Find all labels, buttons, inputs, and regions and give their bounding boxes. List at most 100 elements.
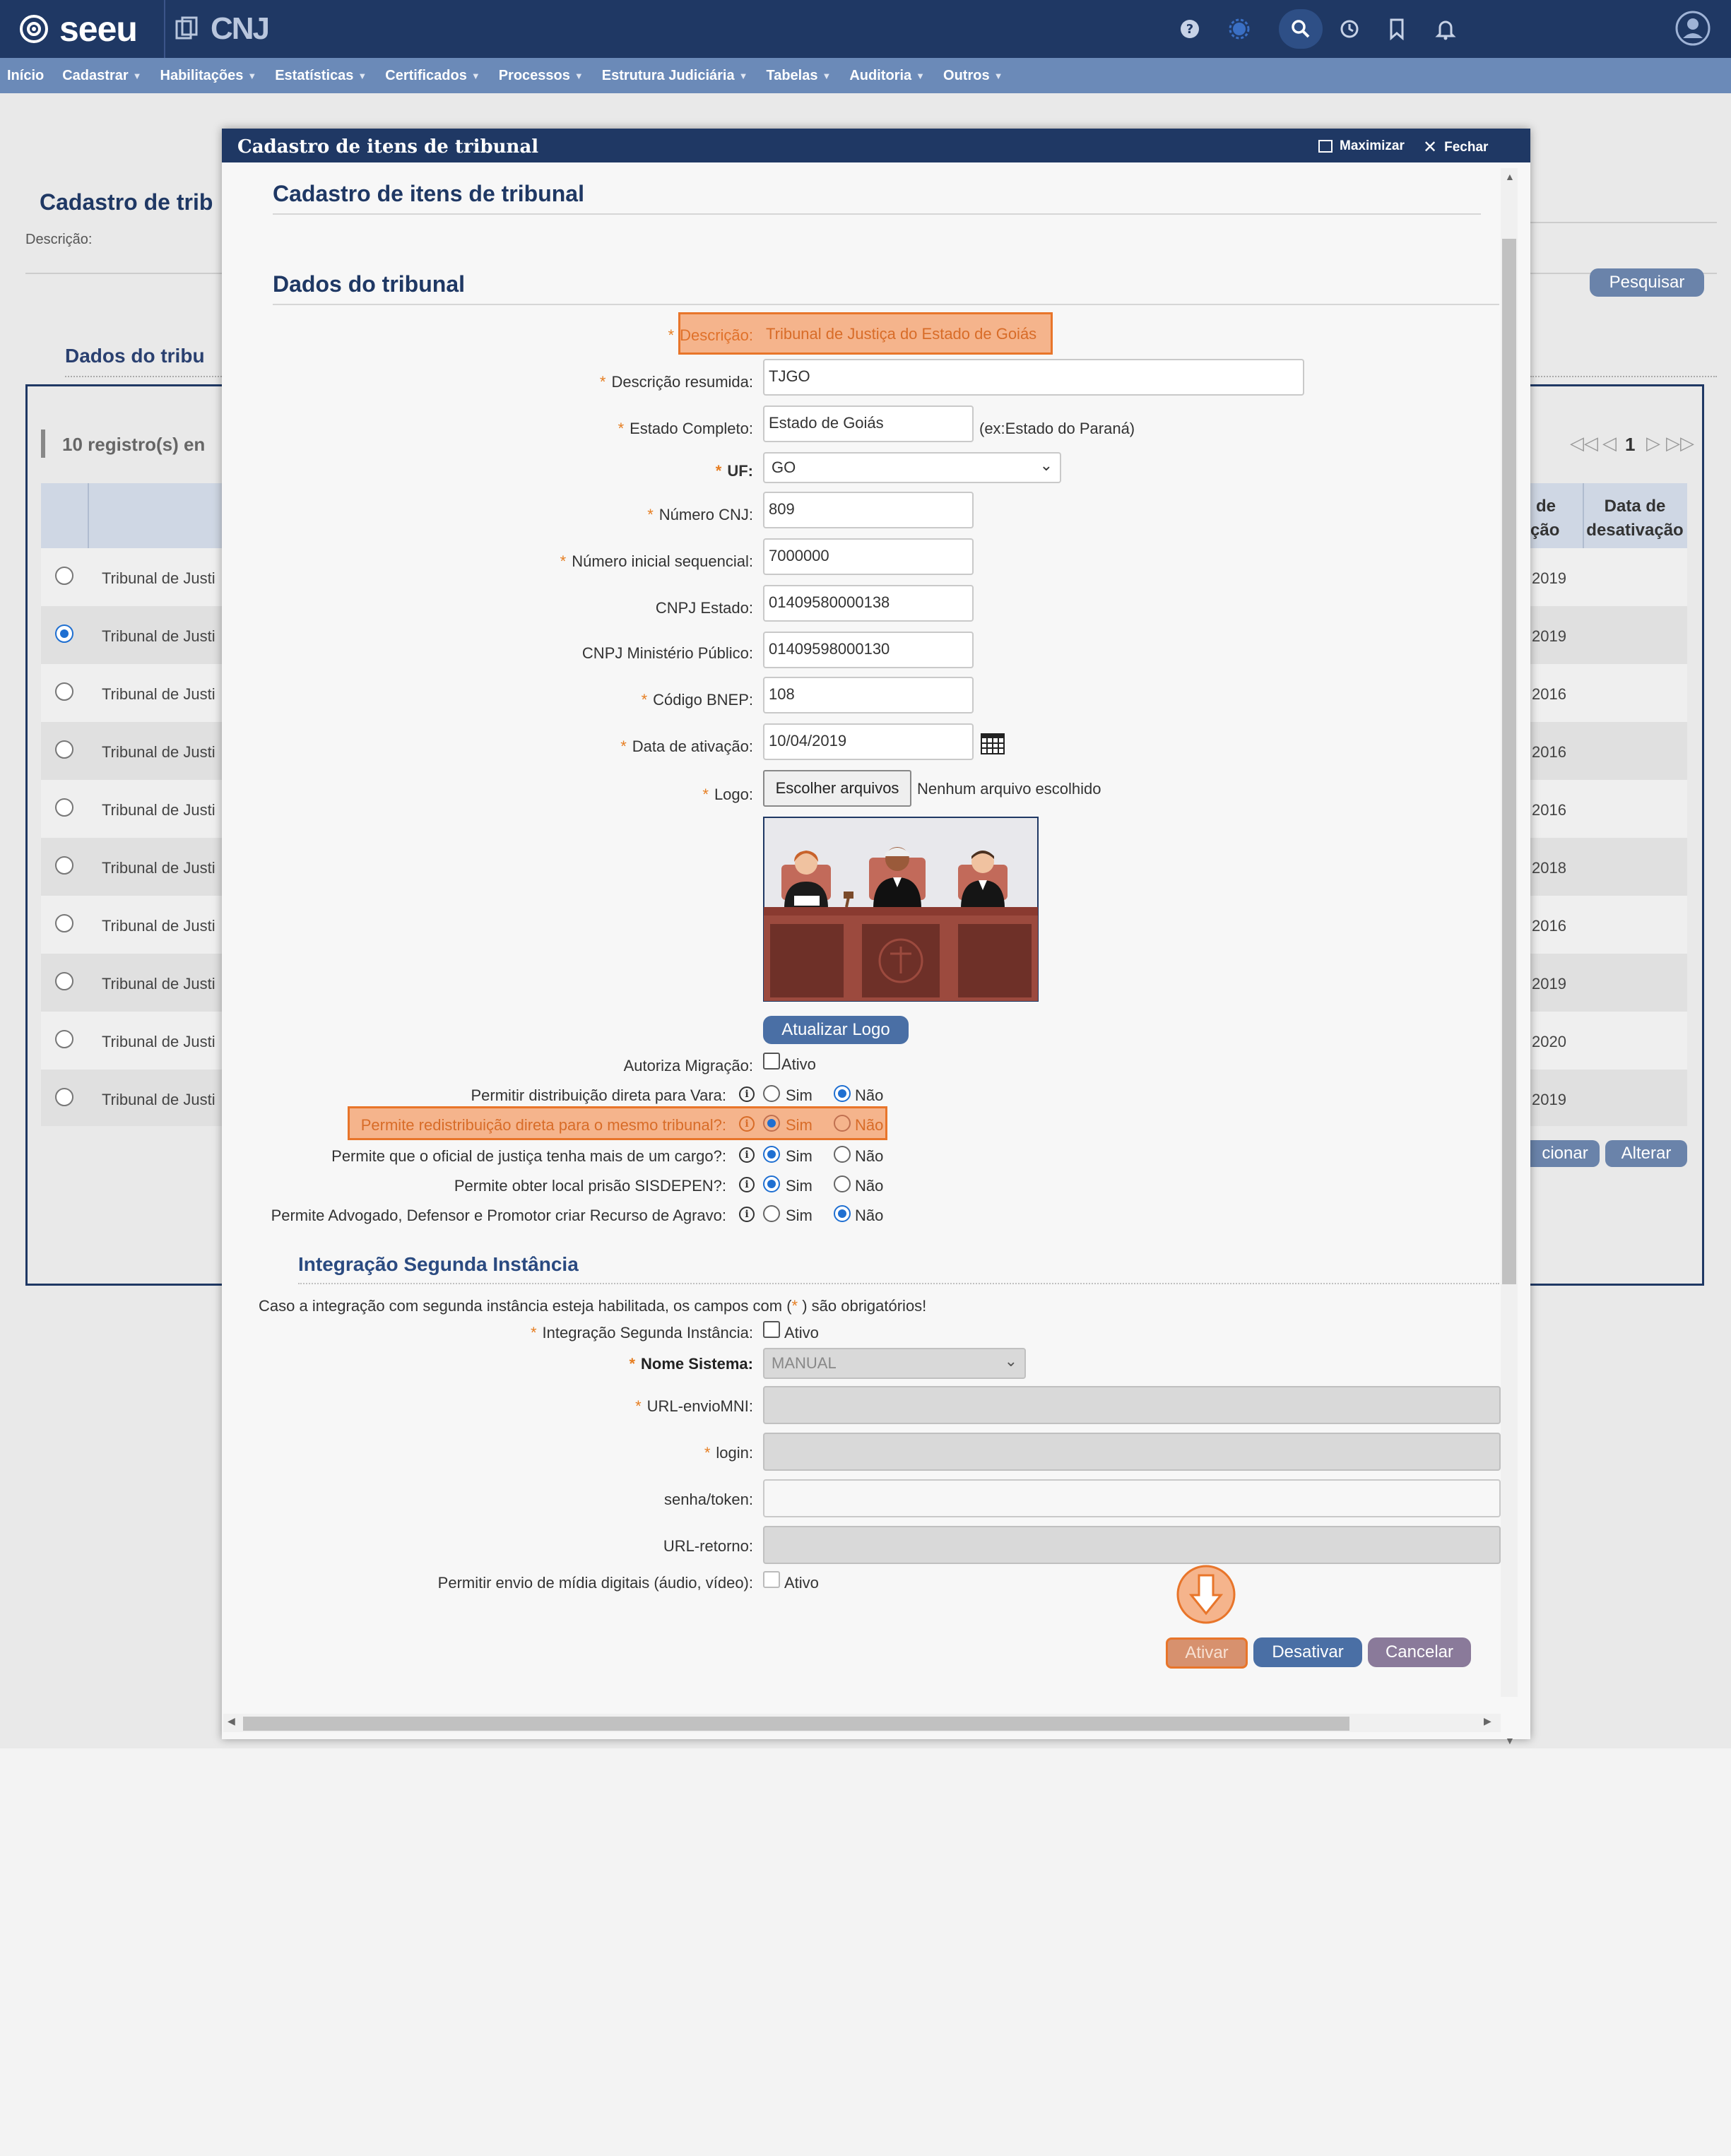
search-icon[interactable] (1279, 9, 1323, 49)
menu-tabelas[interactable]: Tabelas ▼ (766, 68, 831, 84)
option-distribuicao-nao-radio[interactable] (834, 1085, 851, 1102)
option-agravo-nao-radio[interactable] (834, 1205, 851, 1222)
menu-estatisticas[interactable]: Estatísticas ▼ (275, 68, 367, 84)
alterar-button[interactable]: Alterar (1605, 1140, 1687, 1167)
integracao-enable-checkbox[interactable] (763, 1321, 780, 1338)
user-avatar-icon[interactable] (1673, 8, 1713, 48)
url-envio-input[interactable] (763, 1386, 1501, 1424)
row-radio[interactable] (55, 1088, 73, 1106)
descricao-resumida-input[interactable]: TJGO (763, 359, 1304, 396)
divider (25, 273, 223, 274)
codigo-bnep-input[interactable]: 108 (763, 677, 974, 713)
option-sisdepen-sim-radio[interactable] (763, 1175, 780, 1192)
maximize-icon (1318, 140, 1333, 153)
ativar-button[interactable]: Ativar (1166, 1637, 1248, 1669)
numero-inicial-input[interactable]: 7000000 (763, 538, 974, 575)
data-ativacao-input[interactable]: 10/04/2019 (763, 723, 974, 760)
option-agravo-sim-radio[interactable] (763, 1205, 780, 1222)
pagination-first-icon[interactable]: ◁◁ (1570, 432, 1598, 454)
login-label: * login: (704, 1444, 753, 1462)
info-icon[interactable]: i (739, 1207, 755, 1222)
bookmark-icon[interactable] (1380, 12, 1414, 46)
menu-auditoria[interactable]: Auditoria ▼ (849, 68, 925, 84)
autoriza-migracao-checkbox[interactable] (763, 1053, 780, 1070)
close-icon: ✕ (1423, 138, 1438, 157)
option-redistribuicao-nao-radio[interactable] (834, 1115, 851, 1132)
descricao-input[interactable]: Tribunal de Justiça do Estado de Goiás (766, 325, 1036, 343)
option-oficial-nao-radio[interactable] (834, 1146, 851, 1163)
numero-cnj-input[interactable]: 809 (763, 492, 974, 528)
vertical-scrollbar[interactable]: ▲ ▼ (1501, 168, 1518, 1746)
senha-label: senha/token: (664, 1491, 753, 1508)
divider (273, 213, 1481, 215)
menu-outros[interactable]: Outros ▼ (943, 68, 1003, 84)
info-icon[interactable]: i (739, 1116, 755, 1132)
theme-icon[interactable] (1222, 12, 1256, 46)
scrollbar-thumb[interactable] (1502, 239, 1516, 1284)
update-logo-button[interactable]: Atualizar Logo (763, 1016, 909, 1044)
scroll-left-icon: ◀ (228, 1715, 235, 1726)
cnpj-mp-input[interactable]: 01409598000130 (763, 632, 974, 668)
row-radio[interactable] (55, 972, 73, 990)
pagination-prev-icon[interactable]: ◁ (1602, 432, 1617, 454)
info-icon[interactable]: i (739, 1086, 755, 1102)
row-radio[interactable] (55, 682, 73, 701)
menu-cadastrar[interactable]: Cadastrar ▼ (62, 68, 141, 84)
row-radio[interactable] (55, 1030, 73, 1048)
menu-habilitacoes[interactable]: Habilitações ▼ (160, 68, 257, 84)
cancelar-button[interactable]: Cancelar (1368, 1637, 1471, 1667)
login-input[interactable] (763, 1433, 1501, 1471)
info-icon[interactable]: i (739, 1177, 755, 1192)
autoriza-migracao-label: Autoriza Migração: (623, 1057, 753, 1074)
midia-checkbox[interactable] (763, 1571, 780, 1588)
chevron-down-icon: ▼ (132, 70, 142, 81)
option-distribuicao-sim-label: Sim (786, 1086, 813, 1104)
notification-bell-icon[interactable] (1429, 12, 1463, 46)
scroll-right-icon: ▶ (1484, 1715, 1491, 1726)
desativar-button[interactable]: Desativar (1253, 1637, 1362, 1667)
close-button[interactable]: ✕ Fechar (1423, 137, 1488, 158)
option-oficial-sim-radio[interactable] (763, 1146, 780, 1163)
hscrollbar-thumb[interactable] (243, 1717, 1349, 1731)
uf-label: * UF: (715, 462, 753, 480)
search-button[interactable]: Pesquisar (1590, 268, 1704, 297)
row-radio[interactable] (55, 740, 73, 759)
main-menu: Início Cadastrar ▼ Habilitações ▼ Estatíst… (0, 58, 1731, 93)
brand[interactable]: seeu CNJ (18, 8, 270, 49)
pagination-next-icon[interactable]: ▷ (1646, 432, 1660, 454)
senha-input[interactable] (763, 1479, 1501, 1517)
info-icon[interactable]: i (739, 1147, 755, 1163)
pagination-current-page[interactable]: 1 (1625, 434, 1635, 456)
nome-sistema-select[interactable]: MANUAL ⌄ (763, 1348, 1026, 1379)
menu-estrutura-judiciaria[interactable]: Estrutura Judiciária ▼ (602, 68, 748, 84)
row-radio[interactable] (55, 567, 73, 585)
cnpj-estado-input[interactable]: 01409580000138 (763, 585, 974, 622)
adicionar-button[interactable]: cionar (1530, 1140, 1600, 1167)
row-radio[interactable] (55, 856, 73, 875)
option-sisdepen-nao-radio[interactable] (834, 1175, 851, 1192)
records-count: 10 registro(s) en (62, 434, 206, 455)
chevron-down-icon: ▼ (574, 70, 584, 81)
menu-processos[interactable]: Processos ▼ (499, 68, 584, 84)
option-redistribuicao-sim-radio[interactable] (763, 1115, 780, 1132)
history-icon[interactable] (1332, 12, 1366, 46)
pagination-last-icon[interactable]: ▷▷ (1666, 432, 1694, 454)
url-retorno-input[interactable] (763, 1526, 1501, 1564)
help-icon[interactable]: ? (1173, 12, 1207, 46)
maximize-button[interactable]: Maximizar (1318, 138, 1405, 154)
estado-completo-input[interactable]: Estado de Goiás (763, 405, 974, 442)
row-radio[interactable] (55, 914, 73, 932)
column-divider (88, 483, 89, 548)
menu-certificados[interactable]: Certificados ▼ (385, 68, 480, 84)
row-radio-selected[interactable] (55, 624, 73, 643)
arrow-down-indicator-icon (1176, 1565, 1236, 1624)
row-radio[interactable] (55, 798, 73, 817)
tribunal-logo-image (763, 817, 1039, 1002)
uf-select[interactable]: GO ⌄ (763, 452, 1061, 483)
option-distribuicao-sim-radio[interactable] (763, 1085, 780, 1102)
calendar-icon[interactable] (981, 733, 1005, 754)
menu-inicio[interactable]: Início (7, 68, 44, 84)
choose-file-button[interactable]: Escolher arquivos (763, 770, 911, 807)
horizontal-scrollbar[interactable]: ◀ ▶ (223, 1714, 1501, 1732)
divider (273, 304, 1499, 305)
